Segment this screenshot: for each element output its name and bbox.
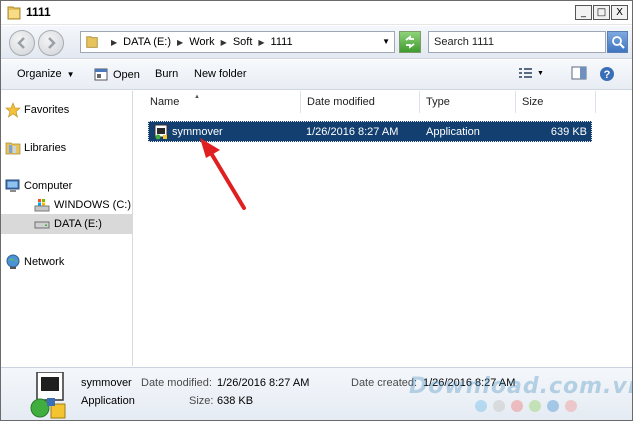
open-button[interactable]: Open — [94, 68, 140, 81]
star-icon — [5, 102, 21, 118]
watermark-dots — [475, 400, 577, 412]
address-dropdown-icon[interactable]: ▼ — [382, 37, 390, 46]
preview-pane-icon — [571, 66, 587, 80]
dot — [529, 400, 541, 412]
view-options-button[interactable]: ▼ — [518, 66, 544, 80]
search-icon — [611, 36, 625, 49]
nav-libraries-label: Libraries — [24, 142, 67, 154]
help-button[interactable]: ? — [599, 66, 615, 82]
file-size: 639 KB — [550, 126, 587, 138]
maximize-button[interactable]: □ — [593, 5, 610, 20]
preview-pane-button[interactable] — [571, 66, 587, 80]
organize-button[interactable]: Organize ▼ — [17, 68, 75, 80]
details-size-value: 638 KB — [217, 395, 254, 407]
breadcrumb-1111[interactable]: 1111 — [271, 36, 293, 48]
details-file-type: Application — [81, 395, 135, 407]
nav-data-drive-label: DATA (E:) — [54, 218, 102, 230]
column-name-label: Name — [150, 96, 180, 108]
help-icon: ? — [600, 67, 614, 81]
organize-label: Organize — [17, 68, 62, 80]
file-date-modified: 1/26/2016 8:27 AM — [306, 126, 399, 138]
nav-item-network[interactable]: Network — [1, 252, 132, 272]
details-date-modified-value: 1/26/2016 8:27 AM — [217, 377, 310, 389]
burn-label: Burn — [155, 68, 179, 80]
computer-icon — [5, 179, 20, 192]
application-icon — [154, 124, 168, 140]
refresh-button[interactable] — [399, 31, 421, 53]
column-header-size[interactable]: Size — [516, 91, 596, 113]
windows-drive-icon — [34, 199, 50, 212]
title-bar: 1111 _ □ X — [1, 1, 632, 25]
nav-item-windows-drive[interactable]: WINDOWS (C:) — [1, 195, 132, 215]
drive-icon — [34, 221, 50, 229]
details-date-created-label: Date created: — [351, 377, 418, 389]
address-row: ▶ DATA (E:) ▶ Work ▶ Soft ▶ 1111 ▼ Searc… — [1, 26, 632, 59]
address-bar[interactable]: ▶ DATA (E:) ▶ Work ▶ Soft ▶ 1111 ▼ — [80, 31, 395, 53]
back-button[interactable] — [9, 30, 35, 56]
details-pane: symmover Application Date modified: 1/26… — [1, 367, 633, 420]
svg-text:?: ? — [604, 69, 611, 81]
nav-item-data-drive[interactable]: DATA (E:) — [1, 214, 132, 234]
folder-icon — [7, 6, 21, 20]
details-size-label: Size: — [189, 395, 214, 407]
burn-button[interactable]: Burn — [155, 68, 178, 80]
chevron-down-icon: ▼ — [66, 69, 75, 79]
minimize-button[interactable]: _ — [575, 5, 592, 20]
new-folder-button[interactable]: New folder — [194, 68, 247, 80]
breadcrumb-separator-icon: ▶ — [177, 37, 184, 47]
folder-icon — [86, 36, 98, 48]
dot — [493, 400, 505, 412]
column-type-label: Type — [426, 96, 450, 108]
refresh-icon — [405, 35, 415, 49]
search-input[interactable]: Search 1111 — [428, 31, 606, 53]
breadcrumb-data-drive[interactable]: DATA (E:) — [123, 36, 171, 48]
search-button[interactable] — [607, 31, 628, 53]
sort-ascending-icon: ▲ — [194, 94, 200, 100]
forward-arrow-icon — [48, 37, 56, 49]
nav-item-libraries[interactable]: Libraries — [1, 138, 132, 158]
nav-item-computer[interactable]: Computer — [1, 176, 132, 196]
application-icon — [30, 372, 66, 419]
nav-network-label: Network — [24, 256, 65, 268]
column-header-type[interactable]: Type — [420, 91, 516, 113]
column-header-date-modified[interactable]: Date modified — [301, 91, 420, 113]
red-arrow-annotation — [200, 138, 246, 210]
dot — [547, 400, 559, 412]
view-list-icon — [519, 68, 532, 78]
column-size-label: Size — [522, 96, 544, 108]
breadcrumb-work[interactable]: Work — [189, 36, 214, 48]
dot — [475, 400, 487, 412]
explorer-window: 1111 _ □ X ▶ DATA (E:) ▶ Work ▶ Soft ▶ 1… — [0, 0, 633, 421]
new-folder-label: New folder — [194, 68, 247, 80]
breadcrumb-separator-icon: ▶ — [258, 37, 265, 47]
nav-favorites-label: Favorites — [24, 104, 70, 116]
nav-item-favorites[interactable]: Favorites — [1, 100, 132, 120]
file-list: Name ▲ Date modified Type Size symmover … — [134, 91, 632, 366]
nav-windows-drive-label: WINDOWS (C:) — [54, 199, 131, 211]
file-type: Application — [426, 126, 480, 138]
navigation-pane: Favorites Libraries Computer WINDOWS (C:… — [1, 91, 133, 366]
dot — [565, 400, 577, 412]
column-headers: Name ▲ Date modified Type Size — [134, 91, 632, 113]
command-toolbar: Organize ▼ Open Burn New folder ▼ ? — [1, 60, 632, 90]
chevron-down-icon: ▼ — [537, 69, 544, 77]
close-button[interactable]: X — [611, 5, 628, 20]
breadcrumb-separator-icon: ▶ — [111, 37, 118, 47]
network-icon — [6, 254, 20, 269]
nav-computer-label: Computer — [24, 180, 73, 192]
libraries-icon — [5, 142, 21, 155]
open-label: Open — [113, 68, 140, 81]
details-date-modified-label: Date modified: — [141, 377, 212, 389]
back-arrow-icon — [17, 37, 25, 49]
breadcrumb-soft[interactable]: Soft — [233, 36, 253, 48]
watermark: Download.com.vn — [409, 374, 633, 399]
details-file-name: symmover — [81, 377, 132, 389]
column-header-name[interactable]: Name ▲ — [144, 91, 301, 113]
forward-button[interactable] — [38, 30, 64, 56]
dot — [511, 400, 523, 412]
open-icon — [94, 68, 108, 81]
column-date-label: Date modified — [307, 96, 375, 108]
window-title: 1111 — [26, 5, 51, 19]
breadcrumb-separator-icon: ▶ — [220, 37, 227, 47]
